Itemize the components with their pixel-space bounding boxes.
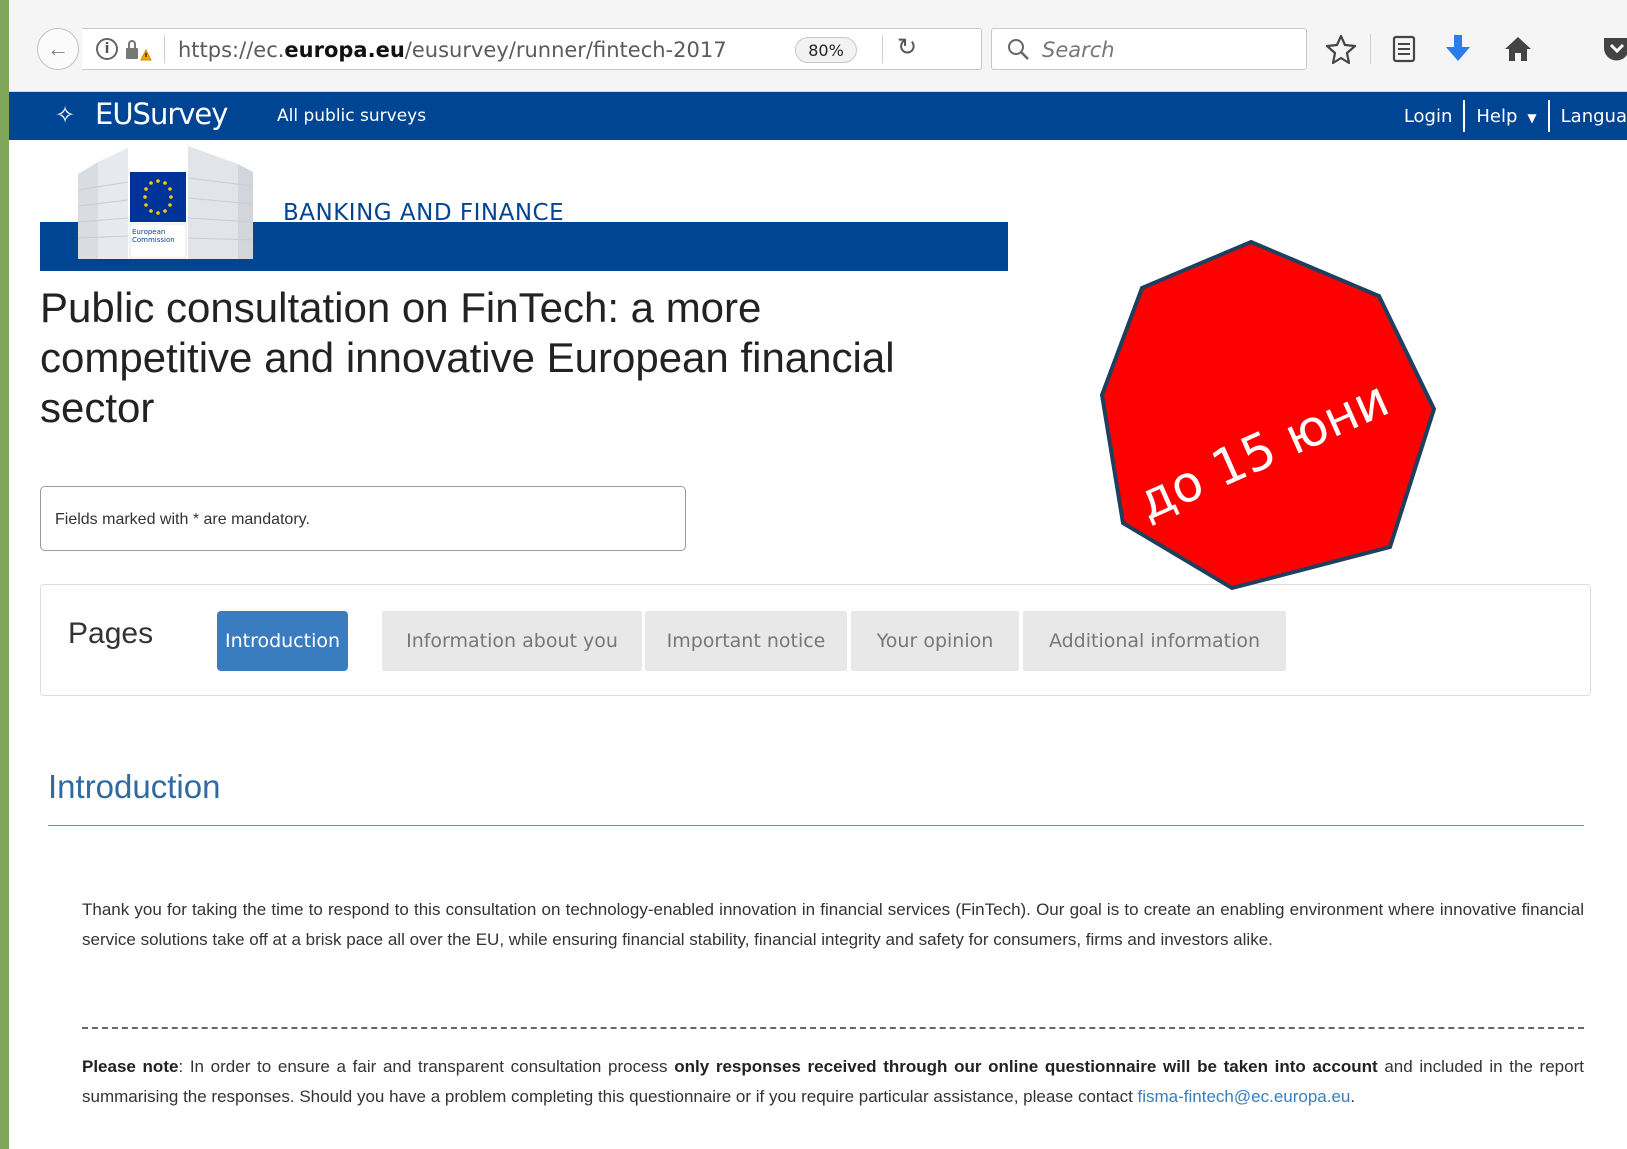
eusurvey-logo-icon: ✧ bbox=[55, 101, 76, 129]
intro-paragraph: Thank you for taking the time to respond… bbox=[82, 900, 1584, 949]
download-icon[interactable] bbox=[1441, 32, 1475, 66]
tab-introduction[interactable]: Introduction bbox=[217, 611, 348, 671]
note-label: Please note bbox=[82, 1057, 179, 1076]
mandatory-notice-box: Fields marked with * are mandatory. bbox=[40, 486, 686, 551]
banner-title: BANKING AND FINANCE bbox=[283, 200, 565, 226]
eusurvey-logo[interactable]: EUSurvey bbox=[95, 97, 228, 131]
logo-caption: European Commission bbox=[132, 228, 175, 244]
section-divider bbox=[48, 825, 1584, 826]
tab-your-opinion[interactable]: Your opinion bbox=[851, 611, 1019, 671]
deadline-stop-sign: до 15 юни bbox=[1100, 239, 1437, 591]
info-icon[interactable]: i bbox=[96, 38, 118, 60]
mandatory-notice-text: Fields marked with * are mandatory. bbox=[55, 511, 310, 528]
eusurvey-header: ✧ EUSurvey All public surveys Login Help… bbox=[9, 92, 1627, 140]
tab-information-about-you[interactable]: Information about you bbox=[382, 611, 642, 671]
home-icon[interactable] bbox=[1501, 32, 1535, 66]
search-box[interactable]: Search bbox=[991, 28, 1307, 70]
back-arrow-icon: ← bbox=[47, 36, 69, 61]
tab-important-notice[interactable]: Important notice bbox=[645, 611, 847, 671]
note-emphasis: only responses received through our onli… bbox=[674, 1057, 1378, 1076]
reload-icon[interactable]: ↻ bbox=[897, 33, 917, 61]
caret-down-icon: ▼ bbox=[1527, 110, 1537, 125]
tab-additional-information[interactable]: Additional information bbox=[1023, 611, 1286, 671]
back-button[interactable]: ← bbox=[37, 28, 79, 70]
url-text[interactable]: https://ec.europa.eu/eusurvey/runner/fin… bbox=[178, 38, 727, 62]
reading-list-icon[interactable] bbox=[1387, 32, 1421, 66]
language-dropdown[interactable]: Langua bbox=[1561, 106, 1627, 127]
header-right-nav: Login Help ▼ Langua bbox=[1404, 97, 1627, 135]
pages-navigation: Pages Introduction Information about you… bbox=[40, 584, 1591, 696]
pages-label: Pages bbox=[68, 617, 154, 650]
zoom-level-badge[interactable]: 80% bbox=[795, 37, 857, 63]
url-separator bbox=[164, 35, 165, 63]
bookmark-star-icon[interactable] bbox=[1324, 32, 1358, 66]
login-link[interactable]: Login bbox=[1404, 106, 1453, 127]
toolbar-separator bbox=[1370, 34, 1371, 64]
search-placeholder: Search bbox=[1042, 38, 1115, 62]
all-public-surveys-link[interactable]: All public surveys bbox=[277, 106, 426, 126]
survey-title: Public consultation on FinTech: a more c… bbox=[40, 284, 895, 431]
address-bar[interactable]: i https://ec.europa.eu/eusurvey/runner/f… bbox=[82, 28, 982, 70]
search-icon bbox=[1008, 39, 1029, 60]
nav-separator bbox=[1547, 100, 1550, 132]
contact-email-link[interactable]: fisma-fintech@ec.europa.eu bbox=[1138, 1087, 1351, 1106]
help-dropdown[interactable]: Help ▼ bbox=[1476, 106, 1536, 127]
browser-toolbar: ← i https://ec.europa.eu/eusurvey/runner… bbox=[9, 0, 1627, 92]
insecure-lock-icon[interactable] bbox=[124, 38, 152, 62]
pocket-icon[interactable] bbox=[1601, 32, 1627, 66]
nav-separator bbox=[1463, 100, 1466, 132]
left-accent-strip bbox=[0, 0, 9, 1149]
note-paragraph: Please note: In order to ensure a fair a… bbox=[82, 1057, 1584, 1106]
url-separator bbox=[882, 35, 883, 63]
dashed-divider bbox=[82, 1027, 1584, 1029]
section-heading: Introduction bbox=[48, 768, 221, 805]
